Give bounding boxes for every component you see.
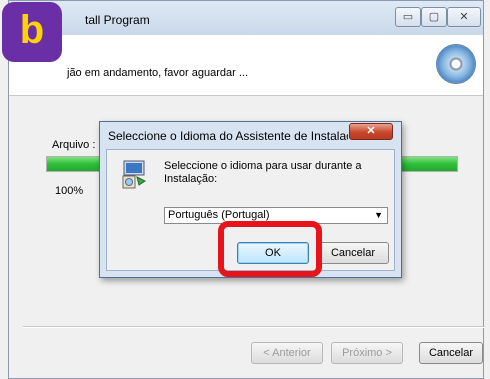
title-bar: tall Program ▭ ▢ ✕: [9, 1, 483, 35]
close-icon[interactable]: ✕: [349, 123, 393, 140]
maximize-button[interactable]: ▢: [421, 7, 447, 27]
footer-divider: [23, 326, 485, 328]
dialog-message: Seleccione o idioma para usar durante a …: [164, 160, 362, 185]
cd-icon: [437, 45, 475, 83]
window-title: tall Program: [85, 13, 150, 27]
next-button[interactable]: Próximo >: [331, 342, 403, 364]
installer-icon: [122, 160, 146, 189]
header-panel: [9, 35, 483, 96]
window-close-button[interactable]: ✕: [447, 7, 481, 27]
language-select-value: Português (Portugal): [168, 209, 270, 221]
file-label: Arquivo :: [52, 139, 96, 151]
status-text: jão em andamento, favor aguardar ...: [67, 67, 248, 79]
cancel-button[interactable]: Cancelar: [419, 342, 483, 364]
back-button[interactable]: < Anterior: [251, 342, 323, 364]
progress-percent: 100%: [55, 185, 84, 197]
dialog-title: Seleccione o Idioma do Assistente de Ins…: [108, 129, 348, 143]
dialog-cancel-button[interactable]: Cancelar: [317, 242, 389, 264]
step-badge: b: [2, 2, 62, 62]
minimize-button[interactable]: ▭: [395, 7, 421, 27]
highlight-frame: [218, 221, 322, 277]
dropdown-arrow-icon: ▼: [374, 210, 383, 220]
